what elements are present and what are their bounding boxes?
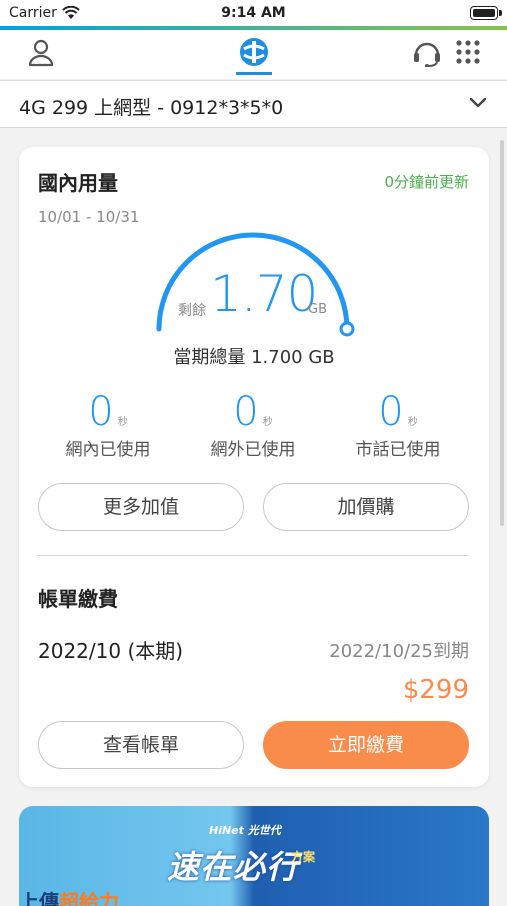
grid-menu-icon[interactable] [455, 39, 481, 65]
gauge-end-marker [339, 321, 355, 337]
plan-label: 4G 299 上網型 - 0912*3*5*0 [19, 97, 284, 119]
update-status: 0分鐘前更新 [384, 173, 469, 191]
plan-selector[interactable]: 4G 299 上網型 - 0912*3*5*0 [0, 80, 507, 128]
usage-title: 國內用量 [38, 171, 118, 195]
stat-unit: 秒 [117, 417, 128, 428]
remaining-label: 剩餘 [178, 303, 206, 319]
stat-label: 網外已使用 [210, 440, 296, 460]
remaining-unit: GB [308, 302, 327, 317]
pay-now-button[interactable]: 立即繳費 [263, 721, 469, 769]
stat-value: 0 [88, 389, 114, 435]
promo-banner[interactable]: HiNet 光世代 速在必行 方案 上傳超給力 [19, 806, 489, 906]
billing-title: 帳單繳費 [38, 587, 118, 611]
banner-bottom-text: 上傳超給力 [19, 886, 119, 906]
stat-label: 網內已使用 [65, 440, 151, 460]
stat-offnet: 0秒 網外已使用 [183, 389, 323, 460]
usage-period: 10/01 - 10/31 [38, 208, 140, 226]
total-quota: 當期總量 1.700 GB [173, 347, 335, 368]
banner-bottom-highlight: 超給力 [59, 890, 119, 906]
headset-icon[interactable] [412, 39, 442, 67]
chevron-down-icon[interactable] [469, 97, 487, 109]
billing-amount: $299 [402, 675, 469, 705]
usage-billing-card: 國內用量 0分鐘前更新 10/01 - 10/31 剩餘 1.70 GB 當期總… [19, 147, 489, 787]
banner-bottom-prefix: 上傳 [19, 890, 59, 906]
stat-unit: 秒 [407, 417, 418, 428]
billing-due-date: 2022/10/25到期 [329, 641, 469, 662]
clock: 9:14 AM [221, 5, 286, 21]
section-divider [37, 555, 469, 556]
battery-icon [470, 6, 502, 20]
banner-slogan: 速在必行 [167, 848, 300, 886]
remaining-value: 1.70 [210, 265, 318, 323]
status-bar: Carrier 9:14 AM [0, 0, 507, 27]
stat-onnet: 0秒 網內已使用 [38, 389, 178, 460]
active-tab-indicator [236, 72, 272, 75]
cht-logo-icon[interactable] [238, 35, 270, 69]
more-addons-button[interactable]: 更多加值 [38, 483, 244, 531]
stat-label: 市話已使用 [355, 440, 441, 460]
stat-value: 0 [233, 389, 259, 435]
stat-unit: 秒 [262, 417, 273, 428]
scrollbar[interactable] [500, 140, 504, 526]
stat-landline: 0秒 市話已使用 [328, 389, 468, 460]
banner-sub: 方案 [291, 850, 316, 864]
view-bill-button[interactable]: 查看帳單 [38, 721, 244, 769]
addon-purchase-button[interactable]: 加價購 [263, 483, 469, 531]
banner-brand: HiNet 光世代 [209, 824, 281, 837]
user-icon[interactable] [28, 39, 54, 67]
stat-value: 0 [378, 389, 404, 435]
billing-period: 2022/10 (本期) [38, 639, 184, 663]
